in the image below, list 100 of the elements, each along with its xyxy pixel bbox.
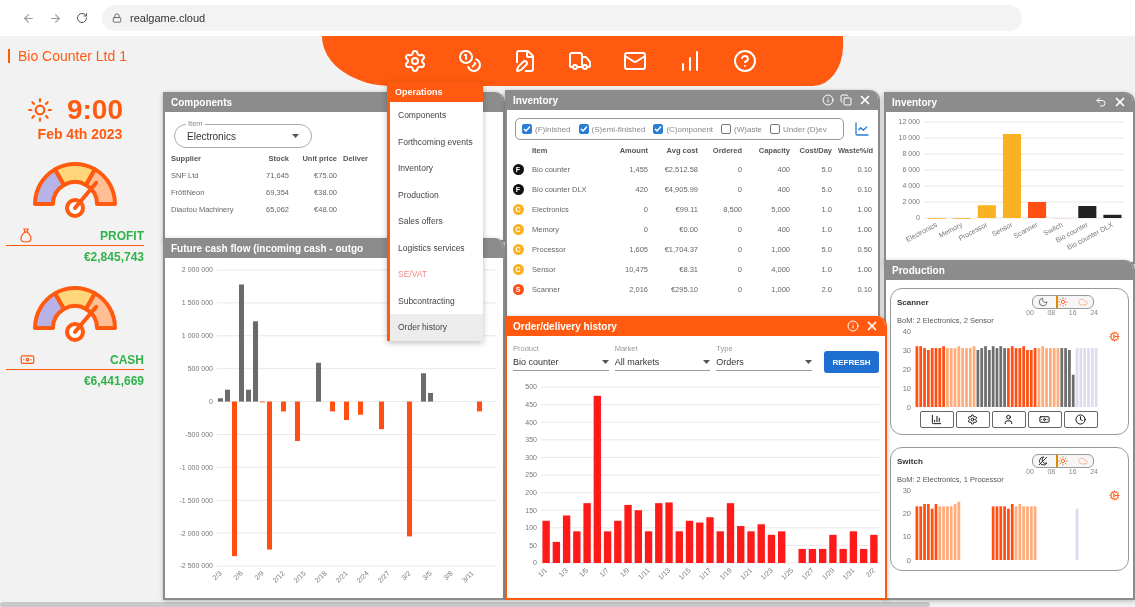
menu-item[interactable]: Sales offers — [390, 208, 483, 235]
shift-toggle[interactable] — [1032, 454, 1094, 468]
menu-item[interactable]: Components — [390, 102, 483, 129]
tool-button[interactable] — [955, 411, 990, 428]
checkbox[interactable] — [578, 124, 589, 134]
cash-icon — [20, 352, 35, 367]
checkbox[interactable] — [721, 124, 732, 134]
bar — [379, 401, 384, 430]
address-bar[interactable]: realgame.cloud — [102, 5, 1022, 31]
info-icon[interactable] — [822, 94, 834, 106]
close-icon[interactable] — [858, 93, 872, 107]
tool-button[interactable] — [1027, 411, 1062, 428]
metric-label: CASH — [110, 352, 144, 367]
bar — [344, 401, 349, 420]
bar — [316, 362, 321, 402]
clock-icon — [1075, 414, 1086, 425]
bar — [977, 205, 996, 218]
bar — [839, 548, 847, 563]
menu-item[interactable]: Production — [390, 181, 483, 208]
bar — [624, 504, 632, 563]
gear-icon[interactable] — [1109, 331, 1120, 342]
bar — [870, 534, 878, 563]
help-icon[interactable] — [733, 49, 757, 73]
select-field[interactable]: Orders — [716, 353, 812, 371]
bar — [1078, 206, 1097, 218]
money-bag-icon — [20, 228, 32, 243]
metric-value: €2,845,743 — [82, 250, 144, 264]
bar — [1028, 202, 1047, 218]
bar — [819, 548, 827, 563]
checkbox[interactable] — [522, 124, 532, 134]
bar — [747, 531, 755, 563]
checkbox[interactable] — [770, 124, 781, 134]
caret-icon — [292, 134, 299, 138]
cloud-icon — [1078, 456, 1088, 466]
bar — [295, 401, 300, 441]
cloud-icon — [1078, 297, 1088, 307]
line-chart-icon[interactable] — [854, 121, 870, 137]
tool-button[interactable] — [919, 411, 954, 428]
sun-icon — [1058, 456, 1068, 466]
bar — [218, 398, 223, 402]
close-icon[interactable] — [1113, 95, 1127, 109]
caret-icon — [601, 359, 609, 364]
bar — [829, 534, 837, 563]
checkbox-label[interactable]: Under (D)ev — [783, 124, 827, 134]
bar — [634, 510, 642, 563]
bar — [603, 531, 612, 563]
undo-icon[interactable] — [1095, 96, 1107, 108]
bar — [477, 401, 482, 412]
menu-item[interactable]: Logistics services — [390, 234, 483, 261]
menu-item[interactable]: Forthcoming events — [390, 128, 483, 155]
bar — [573, 531, 581, 563]
forward-icon[interactable] — [49, 11, 62, 25]
bar — [655, 503, 663, 563]
close-icon[interactable] — [865, 319, 879, 333]
bar — [428, 393, 433, 402]
bar — [644, 531, 653, 563]
document-pen-icon[interactable] — [513, 49, 537, 73]
copy-icon[interactable] — [840, 94, 852, 106]
bar — [542, 520, 550, 563]
tool-button[interactable] — [1063, 411, 1098, 428]
bar — [798, 548, 806, 563]
menu-title: Operations — [387, 82, 483, 102]
menu-item[interactable]: Order history — [390, 314, 483, 341]
checkbox[interactable] — [653, 124, 664, 134]
bar — [246, 389, 251, 402]
reload-icon[interactable] — [76, 12, 88, 24]
back-icon[interactable] — [22, 11, 35, 25]
bar — [767, 534, 776, 563]
checkbox-label[interactable]: (C)omponent — [666, 124, 714, 134]
gear-icon[interactable] — [403, 49, 427, 73]
menu-item[interactable]: Inventory — [390, 155, 483, 182]
bar — [737, 526, 745, 563]
window-title: Components — [171, 96, 233, 108]
product-name: Scanner — [897, 298, 929, 307]
bar — [716, 531, 724, 563]
checkbox-label[interactable]: (W)aste — [734, 124, 763, 134]
bar — [614, 520, 622, 563]
cash-icon — [1039, 414, 1050, 425]
coins-icon[interactable] — [458, 49, 482, 73]
mail-icon[interactable] — [623, 49, 647, 73]
truck-icon[interactable] — [568, 49, 592, 73]
shift-toggle[interactable] — [1032, 295, 1094, 309]
product-name: Switch — [897, 457, 923, 466]
checkbox-label[interactable]: (S)emi-finished — [591, 124, 646, 134]
checkbox-label[interactable]: (F)inished — [535, 124, 571, 134]
bar — [696, 522, 704, 563]
select-field[interactable]: Bio counter — [513, 353, 609, 371]
bar — [281, 401, 286, 412]
gear-icon[interactable] — [1109, 490, 1120, 501]
refresh-button[interactable]: REFRESH — [823, 351, 879, 373]
info-icon[interactable] — [847, 320, 859, 332]
caret-icon — [804, 359, 812, 364]
menu-item[interactable]: Subcontracting — [390, 287, 483, 314]
clock-time: 9:00 — [66, 94, 123, 126]
tool-button[interactable] — [991, 411, 1026, 428]
bar — [675, 531, 683, 563]
bar-chart-icon — [931, 414, 942, 425]
select-field[interactable]: All markets — [614, 353, 711, 371]
bar — [330, 401, 335, 412]
metric-value: €6,441,669 — [82, 374, 144, 388]
